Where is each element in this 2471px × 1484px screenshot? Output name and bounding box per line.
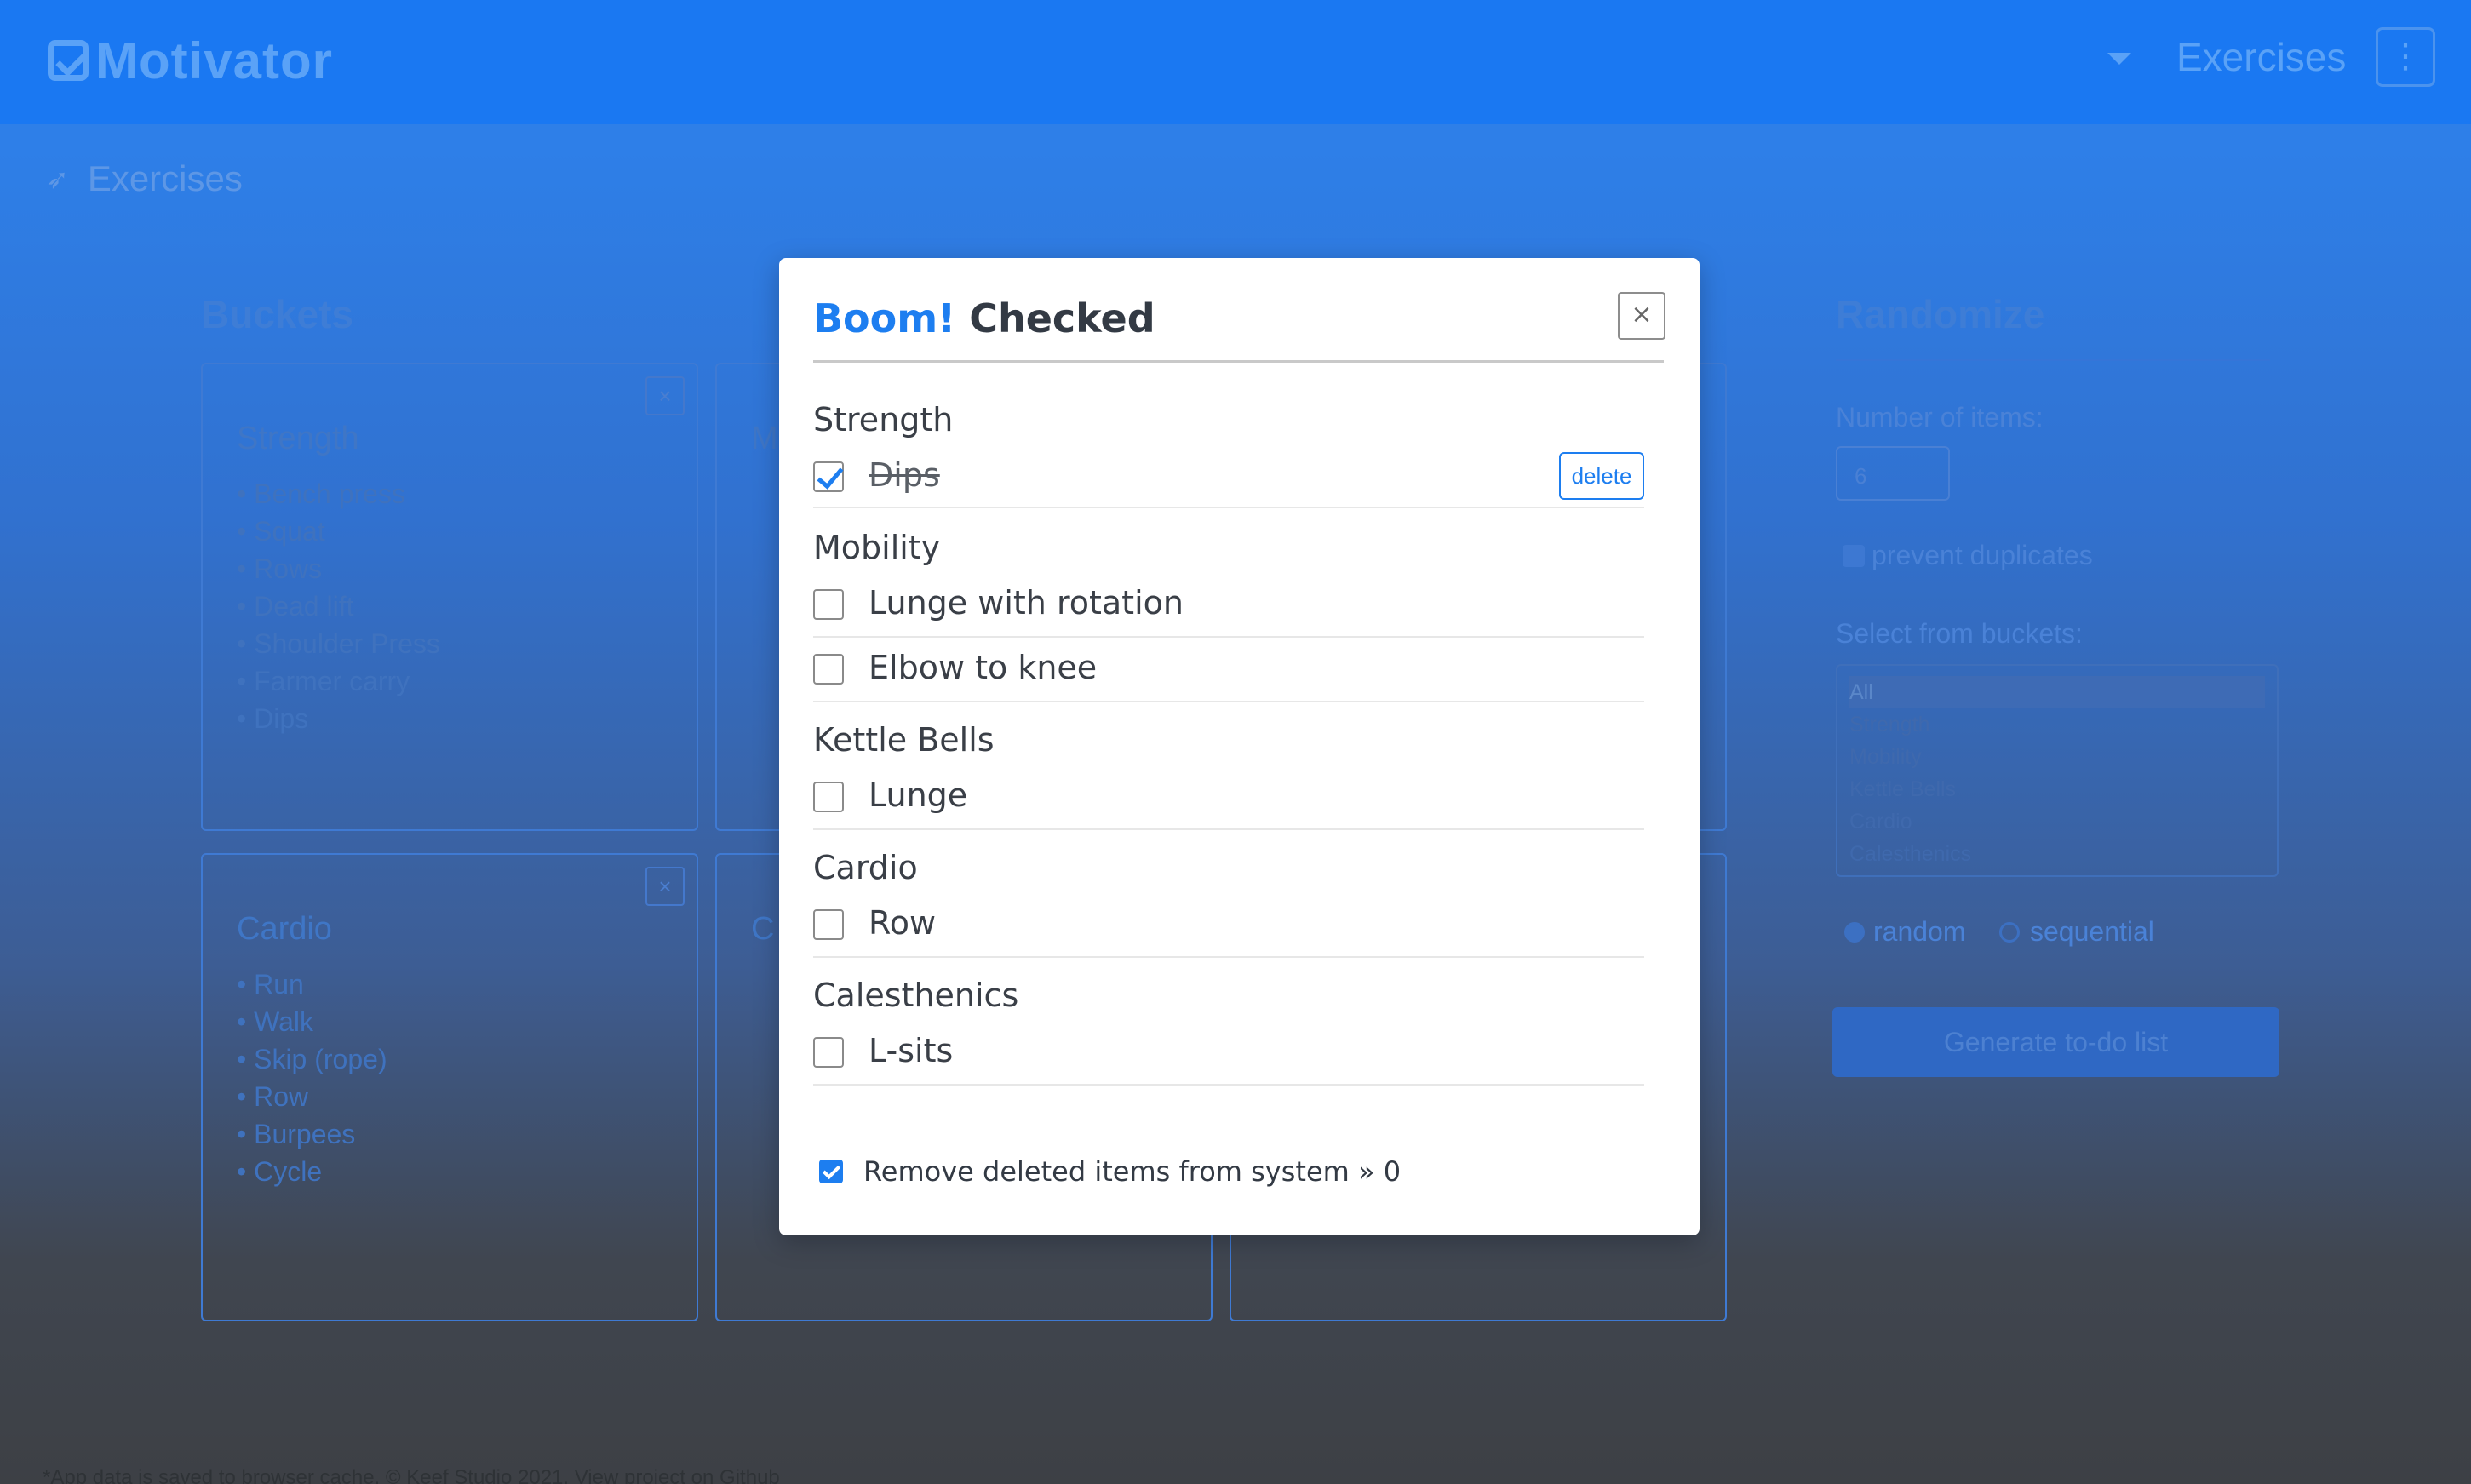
- remove-deleted-row: Remove deleted items from system » 0: [819, 1155, 1401, 1188]
- bucket-card-cardio: × Cardio Run Walk Skip (rope) Row Burpee…: [201, 853, 698, 1321]
- page-heading: ➶ Exercises: [46, 158, 243, 199]
- brand-name: Motivator: [95, 32, 333, 89]
- item-label: Elbow to knee: [869, 649, 1098, 686]
- buckets-title: Buckets: [201, 292, 353, 336]
- divider: [1836, 359, 2270, 361]
- list-item: Shoulder Press: [237, 625, 440, 662]
- list-item: Burpees: [237, 1115, 387, 1153]
- select-option[interactable]: Cardio: [1849, 805, 2265, 838]
- random-radio[interactable]: [1844, 922, 1865, 943]
- group-title-calesthenics: Calesthenics: [813, 977, 1019, 1014]
- checked-modal: Boom! Checked × Strength Dips delete Mob…: [779, 258, 1700, 1235]
- list-item: Dips: [237, 700, 440, 737]
- checked-item-row: Dips delete: [813, 447, 1644, 508]
- modal-divider: [813, 360, 1664, 363]
- check-logo-icon: [48, 40, 89, 81]
- item-checkbox[interactable]: [813, 654, 844, 685]
- randomize-title: Randomize: [1836, 292, 2045, 336]
- list-item: Run: [237, 965, 387, 1003]
- item-checkbox[interactable]: [813, 589, 844, 620]
- checked-item-row: Lunge with rotation: [813, 573, 1644, 638]
- card-title: M: [751, 421, 778, 456]
- card-close-button[interactable]: ×: [645, 867, 685, 906]
- card-title: Strength: [237, 421, 359, 456]
- list-item: Bench press: [237, 475, 440, 513]
- bucket-card-strength: × Strength Bench press Squat Rows Dead l…: [201, 363, 698, 831]
- select-buckets-label: Select from buckets:: [1836, 618, 2083, 649]
- item-label: Dips: [869, 456, 940, 494]
- sequential-label: sequential: [2030, 916, 2154, 947]
- remove-deleted-label: Remove deleted items from system » 0: [863, 1155, 1402, 1188]
- list-item: Row: [237, 1078, 387, 1115]
- checked-item-row: Row: [813, 893, 1644, 958]
- card-list: Bench press Squat Rows Dead lift Shoulde…: [237, 475, 440, 737]
- modal-close-button[interactable]: ×: [1618, 292, 1665, 340]
- item-label: Row: [869, 904, 937, 942]
- card-list: Run Walk Skip (rope) Row Burpees Cycle: [237, 965, 387, 1190]
- select-option[interactable]: Strength: [1849, 708, 2265, 741]
- group-title-strength: Strength: [813, 401, 954, 438]
- delete-button[interactable]: delete: [1559, 452, 1644, 500]
- rocket-icon: ➶: [46, 163, 69, 194]
- group-title-cardio: Cardio: [813, 849, 918, 886]
- list-item: Cycle: [237, 1153, 387, 1190]
- item-checkbox[interactable]: [813, 909, 844, 940]
- number-of-items-label: Number of items:: [1836, 402, 2044, 433]
- list-item: Squat: [237, 513, 440, 550]
- prevent-duplicates-label: prevent duplicates: [1872, 540, 2093, 570]
- group-title-kettle-bells: Kettle Bells: [813, 721, 995, 759]
- checked-item-row: Lunge: [813, 765, 1644, 830]
- list-item: Dead lift: [237, 587, 440, 625]
- generate-todo-button[interactable]: Generate to-do list: [1832, 1007, 2279, 1077]
- item-label: Lunge: [869, 776, 968, 814]
- nav-link-exercises[interactable]: Exercises: [2176, 34, 2346, 80]
- select-option[interactable]: Mobility: [1849, 741, 2265, 773]
- group-title-mobility: Mobility: [813, 529, 941, 566]
- footer-note: *App data is saved to browser cache. © K…: [43, 1466, 780, 1484]
- item-label: L-sits: [869, 1032, 954, 1069]
- card-title: Cardio: [237, 911, 332, 947]
- select-option[interactable]: Kettle Bells: [1849, 773, 2265, 805]
- kebab-menu-button[interactable]: ⋮: [2376, 27, 2435, 87]
- bucket-multiselect[interactable]: All Strength Mobility Kettle Bells Cardi…: [1836, 664, 2279, 877]
- brand-logo[interactable]: Motivator: [48, 31, 333, 90]
- card-title: C: [751, 911, 775, 947]
- number-of-items-input[interactable]: 6: [1836, 446, 1950, 501]
- card-close-button[interactable]: ×: [645, 376, 685, 415]
- list-item: Walk: [237, 1003, 387, 1040]
- random-label: random: [1873, 916, 1966, 947]
- modal-title-accent: Boom!: [813, 295, 956, 341]
- modal-title-text: Checked: [955, 295, 1155, 341]
- list-item: Skip (rope): [237, 1040, 387, 1078]
- modal-title: Boom! Checked: [813, 295, 1155, 341]
- list-item: Rows: [237, 550, 440, 587]
- page-title: Exercises: [87, 158, 243, 198]
- dropdown-caret-icon[interactable]: [2107, 53, 2131, 65]
- item-checkbox[interactable]: [813, 782, 844, 812]
- item-checkbox[interactable]: [813, 461, 844, 492]
- navbar: Motivator Exercises ⋮: [0, 0, 2471, 124]
- prevent-duplicates-checkbox[interactable]: [1843, 545, 1865, 567]
- item-checkbox[interactable]: [813, 1037, 844, 1068]
- item-label: Lunge with rotation: [869, 584, 1184, 622]
- list-item: Farmer carry: [237, 662, 440, 700]
- sequential-radio[interactable]: [1999, 922, 2020, 943]
- remove-deleted-checkbox[interactable]: [819, 1160, 843, 1183]
- select-option[interactable]: Calesthenics: [1849, 838, 2265, 870]
- select-option[interactable]: All: [1849, 676, 2265, 708]
- checked-item-row: Elbow to knee: [813, 638, 1644, 702]
- checked-item-row: L-sits: [813, 1021, 1644, 1086]
